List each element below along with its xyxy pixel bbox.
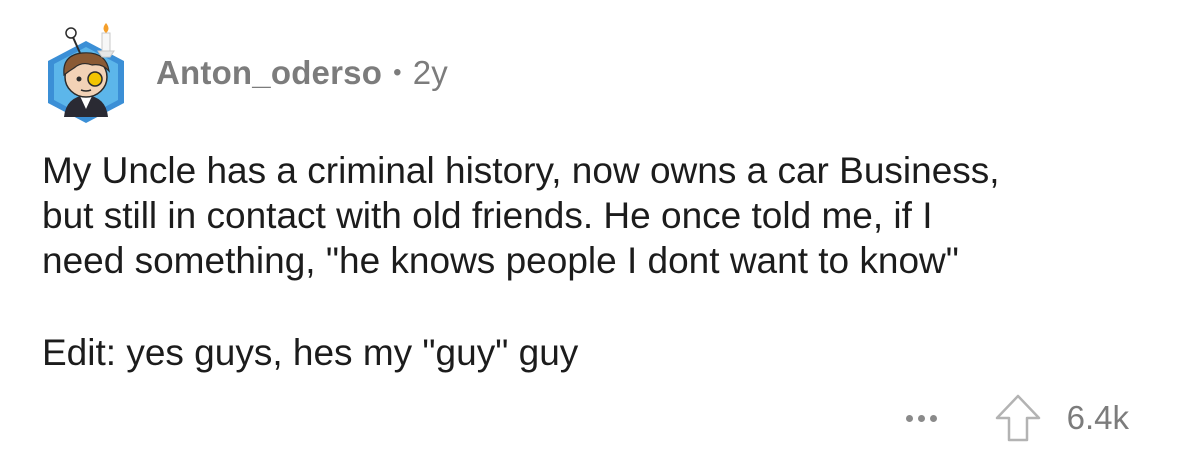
comment-body-line: My Uncle has a criminal history, now own… (42, 150, 1000, 191)
comment-body-line: but still in contact with old friends. H… (42, 195, 933, 236)
comment-header: Anton_oderso • 2y (36, 18, 448, 128)
separator-dot: • (393, 59, 402, 86)
more-dot (929, 414, 937, 422)
comment-card: Anton_oderso • 2y My Uncle has a crimina… (0, 0, 1179, 457)
more-dots-icon[interactable] (905, 414, 937, 422)
author-name[interactable]: Anton_oderso (156, 54, 382, 92)
comment-actions: 6.4k (905, 390, 1129, 446)
comment-body: My Uncle has a criminal history, now own… (42, 148, 1132, 283)
comment-body-line: need something, "he knows people I dont … (42, 240, 959, 281)
upvote-arrow-icon[interactable] (993, 392, 1043, 444)
more-dot (917, 414, 925, 422)
comment-age: 2y (412, 54, 448, 91)
snoo-avatar-icon[interactable] (36, 21, 136, 125)
comment-edit-note: Edit: yes guys, hes my "guy" guy (42, 332, 579, 373)
vote-score: 6.4k (1066, 399, 1129, 436)
author-meta: Anton_oderso • 2y (156, 54, 448, 92)
more-dot (905, 414, 913, 422)
